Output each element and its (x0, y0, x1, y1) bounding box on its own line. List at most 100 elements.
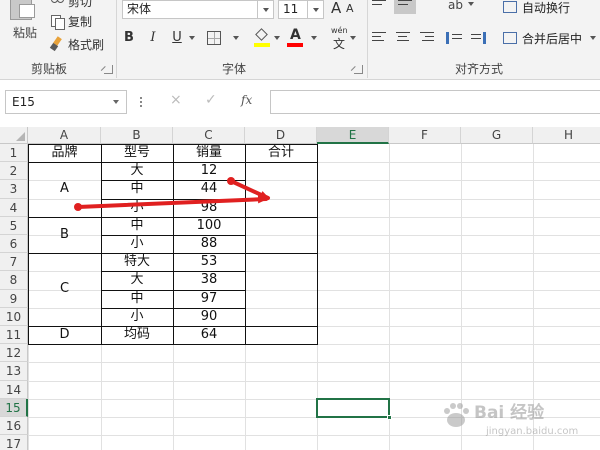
brand-cell-b[interactable]: B (28, 217, 101, 253)
sales-cell[interactable]: 90 (173, 308, 245, 326)
enter-icon[interactable]: ✓ (205, 92, 217, 108)
row-header-14[interactable]: 14 (0, 380, 28, 399)
font-size-input[interactable]: 11 (278, 0, 308, 19)
header-model[interactable]: 型号 (101, 144, 173, 162)
align-right-icon[interactable] (420, 32, 434, 44)
row-header-16[interactable]: 16 (0, 417, 28, 436)
name-box[interactable]: E15 (5, 90, 127, 114)
brand-cell-a[interactable]: A (28, 162, 101, 217)
cancel-icon[interactable]: × (170, 92, 182, 108)
sales-cell[interactable]: 38 (173, 271, 245, 289)
header-sales[interactable]: 销量 (173, 144, 245, 162)
row-header-8[interactable]: 8 (0, 271, 28, 290)
model-cell[interactable]: 小 (101, 199, 173, 217)
insert-function-icon[interactable]: fx (241, 93, 252, 107)
row-header-7[interactable]: 7 (0, 253, 28, 272)
sales-cell[interactable]: 44 (173, 180, 245, 198)
model-cell[interactable]: 中 (101, 290, 173, 308)
clipboard-launcher-icon[interactable] (104, 65, 113, 74)
sales-cell[interactable]: 12 (173, 162, 245, 180)
orientation-dropdown-icon[interactable] (468, 2, 474, 6)
column-header-e[interactable]: E (317, 127, 389, 144)
formula-input[interactable] (270, 90, 600, 114)
font-size-dropdown-icon[interactable] (308, 0, 324, 19)
model-cell[interactable]: 中 (101, 217, 173, 235)
underline-button[interactable]: U (170, 28, 184, 48)
font-name-dropdown-icon[interactable] (258, 0, 274, 19)
borders-icon[interactable] (207, 31, 221, 45)
font-color-dropdown-icon[interactable] (311, 36, 317, 40)
active-cell-selection[interactable] (316, 397, 392, 420)
font-name-input[interactable]: 宋体 (122, 0, 258, 19)
bold-button[interactable]: B (122, 28, 136, 48)
header-total[interactable]: 合计 (245, 144, 317, 162)
font-launcher-icon[interactable] (354, 65, 363, 74)
model-cell[interactable]: 大 (101, 162, 173, 180)
decrease-font-icon[interactable]: A (346, 0, 354, 19)
row-header-11[interactable]: 11 (0, 326, 28, 345)
brand-cell-c[interactable]: C (28, 253, 101, 326)
italic-button[interactable]: I (147, 28, 159, 48)
header-brand[interactable]: 品牌 (28, 144, 101, 162)
sales-cell[interactable]: 97 (173, 290, 245, 308)
brand-cell-d[interactable]: D (28, 326, 101, 344)
column-header-g[interactable]: G (461, 127, 533, 144)
row-header-9[interactable]: 9 (0, 289, 28, 308)
row-header-5[interactable]: 5 (0, 216, 28, 235)
row-header-6[interactable]: 6 (0, 235, 28, 254)
model-cell[interactable]: 均码 (101, 326, 173, 344)
phonetic-dropdown-icon[interactable] (350, 36, 356, 40)
column-header-c[interactable]: C (173, 127, 245, 144)
sales-cell[interactable]: 98 (173, 199, 245, 217)
wrap-text-button[interactable]: 自动换行 (503, 0, 570, 17)
row-header-12[interactable]: 12 (0, 344, 28, 363)
total-cell[interactable] (245, 217, 317, 253)
top-align-icon[interactable] (372, 0, 386, 12)
column-header-a[interactable]: A (28, 127, 101, 144)
font-color-button[interactable]: A (287, 27, 303, 48)
cut-button[interactable]: 剪切 (50, 0, 92, 10)
worksheet-grid[interactable]: A B C D E F G H 1 2 3 4 5 6 7 8 9 10 11 12 13 14 15 16 17 品牌 型号 销量… (0, 127, 600, 450)
model-cell[interactable]: 中 (101, 180, 173, 198)
select-all-button[interactable] (0, 127, 28, 144)
column-header-h[interactable]: H (533, 127, 600, 144)
borders-dropdown-icon[interactable] (233, 36, 239, 40)
merge-center-button[interactable]: 合并后居中 (503, 28, 582, 48)
paste-button[interactable]: 粘贴 (4, 0, 40, 48)
merge-dropdown-icon[interactable] (590, 36, 596, 40)
format-painter-button[interactable]: 格式刷 (50, 35, 104, 53)
column-header-d[interactable]: D (245, 127, 317, 144)
sales-cell[interactable]: 64 (173, 326, 245, 344)
sales-cell[interactable]: 88 (173, 235, 245, 253)
total-cell[interactable] (245, 326, 317, 344)
row-header-3[interactable]: 3 (0, 180, 28, 199)
total-cell[interactable] (245, 253, 317, 326)
model-cell[interactable]: 大 (101, 271, 173, 289)
increase-indent-icon[interactable] (470, 32, 486, 44)
fill-color-dropdown-icon[interactable] (274, 36, 280, 40)
row-header-10[interactable]: 10 (0, 307, 28, 326)
model-cell[interactable]: 小 (101, 235, 173, 253)
increase-font-icon[interactable]: A (331, 0, 341, 18)
row-header-4[interactable]: 4 (0, 198, 28, 217)
phonetic-button[interactable]: wén 文 (330, 26, 348, 51)
sales-cell[interactable]: 100 (173, 217, 245, 235)
column-header-b[interactable]: B (101, 127, 173, 144)
row-header-17[interactable]: 17 (0, 435, 28, 450)
row-header-1[interactable]: 1 (0, 144, 28, 163)
column-header-f[interactable]: F (389, 127, 461, 144)
copy-button[interactable]: 复制 (50, 12, 92, 30)
formula-bar-grip-icon[interactable] (140, 97, 142, 107)
align-center-icon[interactable] (396, 32, 410, 44)
orientation-icon[interactable]: ab (448, 0, 463, 12)
row-header-2[interactable]: 2 (0, 162, 28, 181)
row-header-15[interactable]: 15 (0, 398, 28, 417)
model-cell[interactable]: 特大 (101, 253, 173, 271)
fill-handle[interactable] (387, 414, 392, 420)
fill-color-button[interactable] (254, 28, 270, 48)
underline-dropdown-icon[interactable] (189, 36, 195, 40)
row-header-13[interactable]: 13 (0, 362, 28, 381)
sales-cell[interactable]: 53 (173, 253, 245, 271)
align-left-icon[interactable] (372, 32, 386, 44)
total-cell[interactable] (245, 162, 317, 217)
